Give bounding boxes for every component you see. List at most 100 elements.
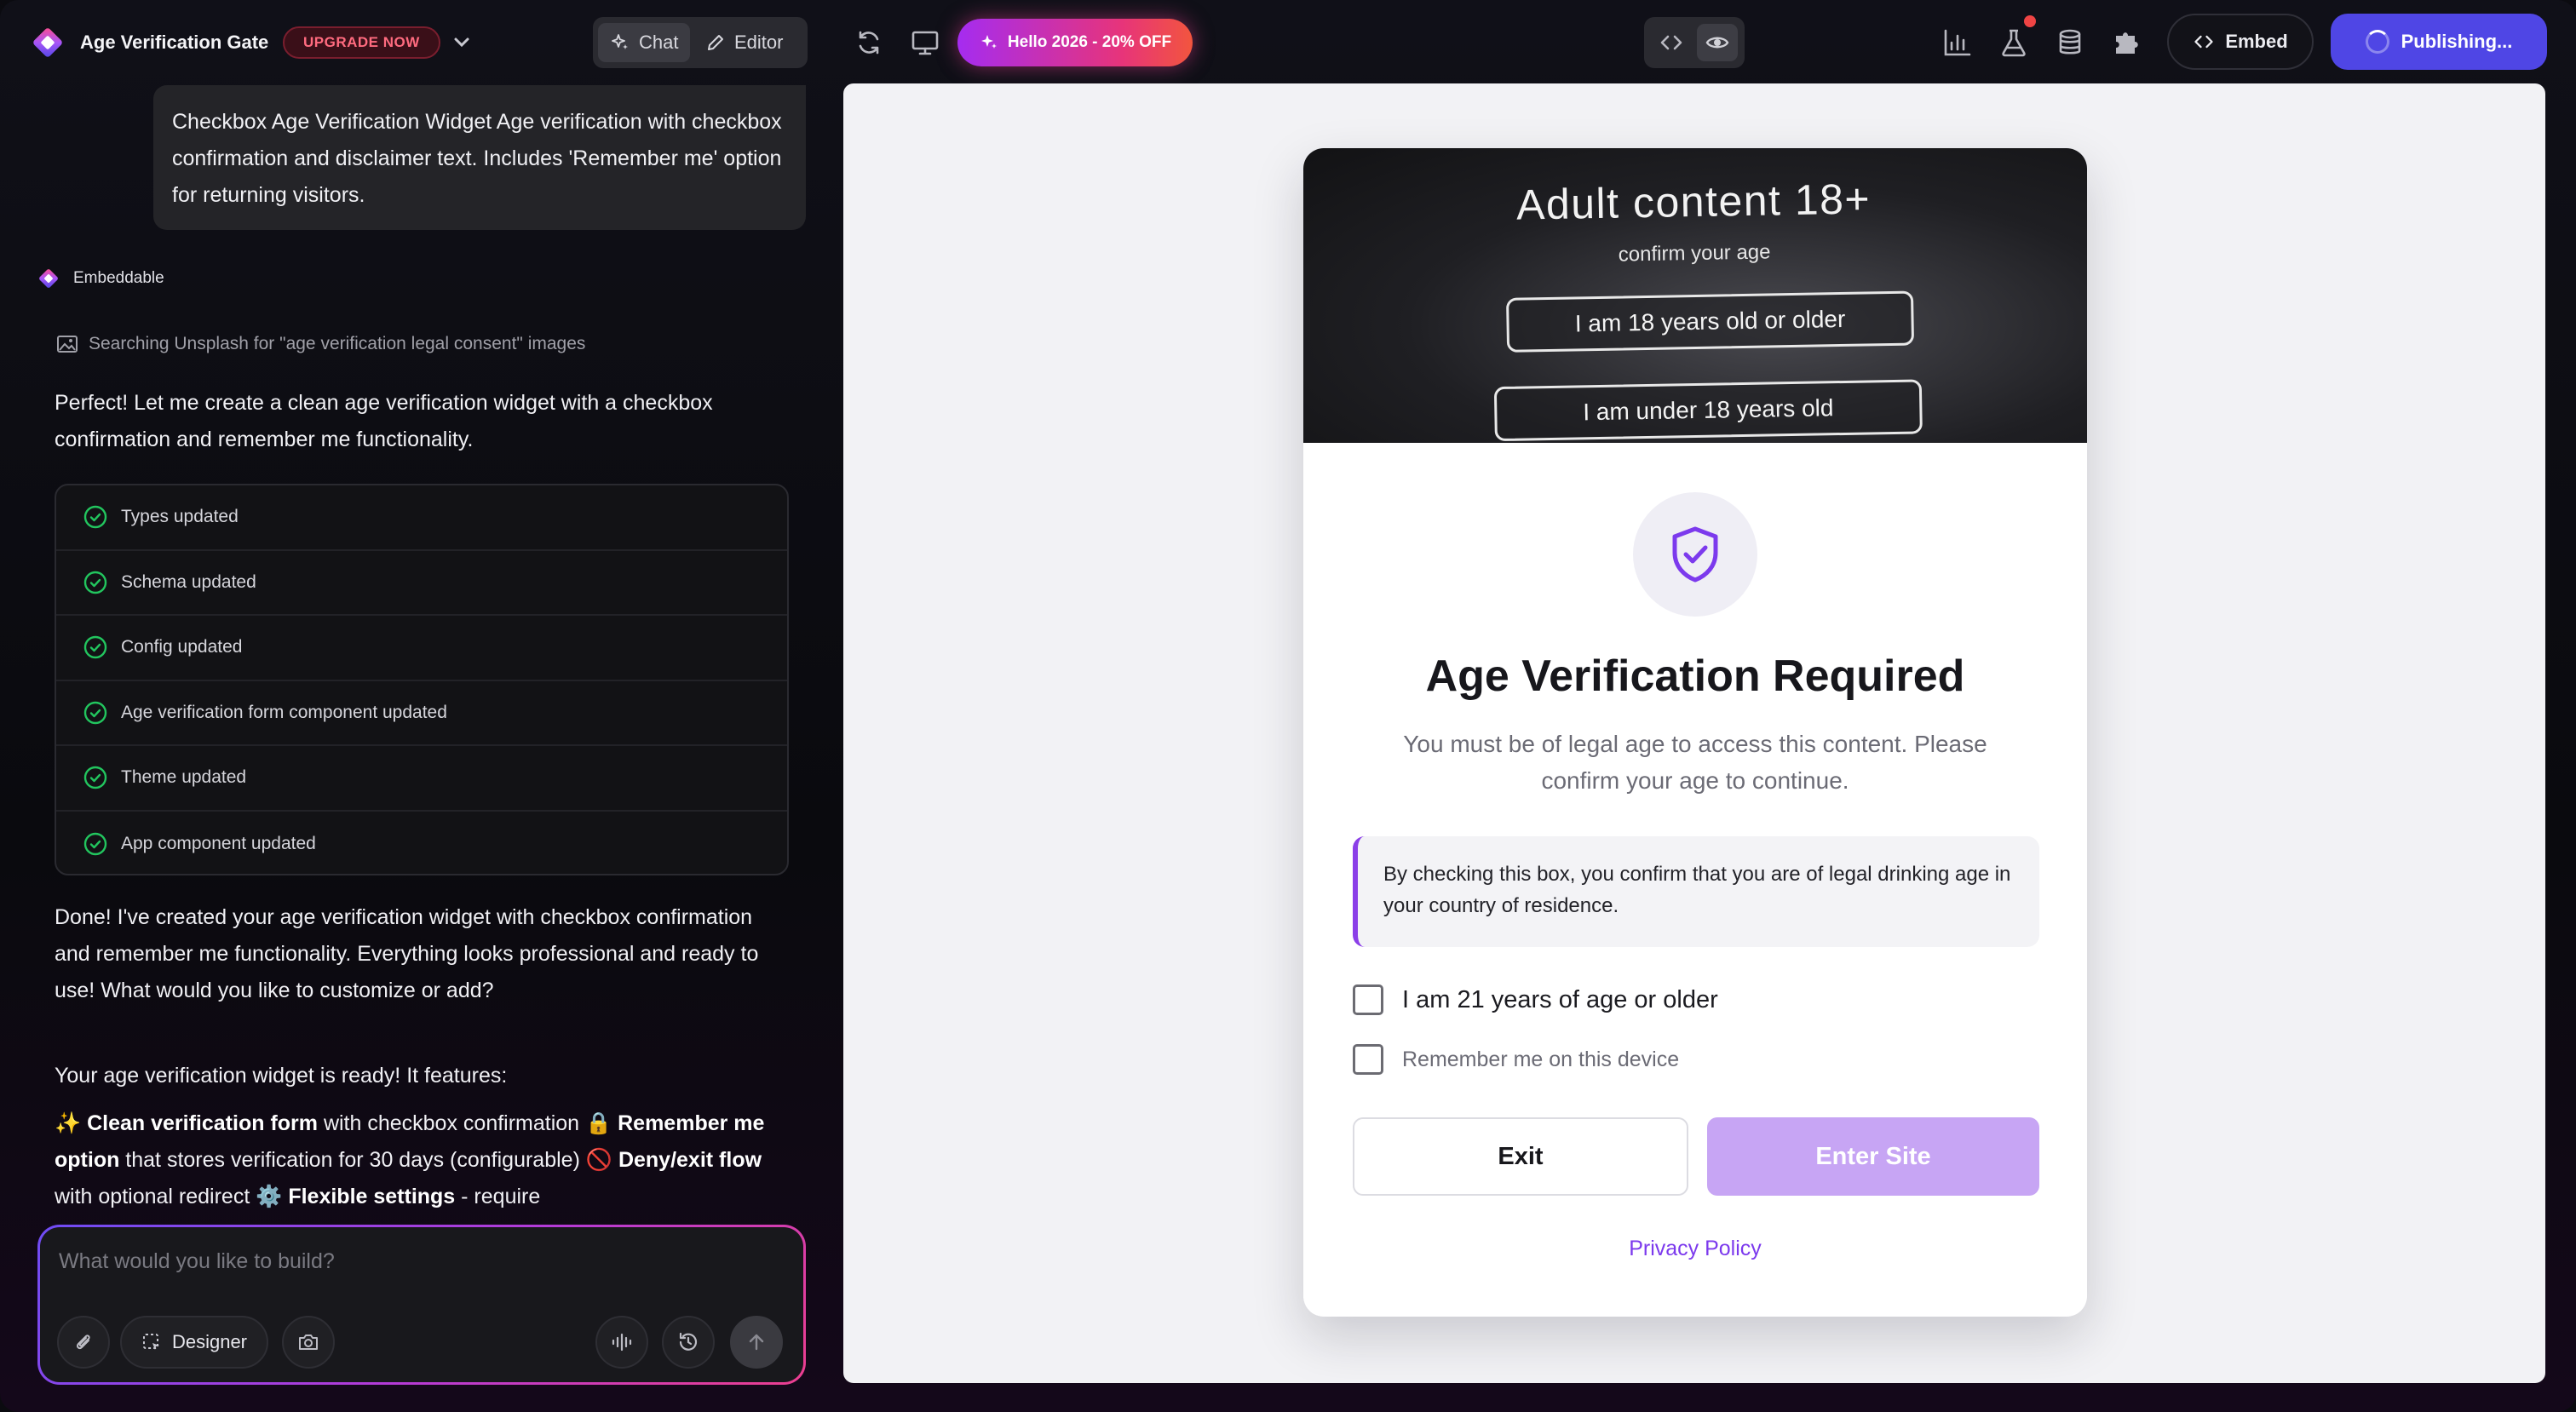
list-item-label: Age verification form component updated [121,702,447,722]
assistant-intro: Perfect! Let me create a clean age verif… [55,391,713,451]
list-item-label: Types updated [121,507,239,527]
tab-chat-label: Chat [639,32,679,53]
exit-button[interactable]: Exit [1353,1117,1688,1196]
chevron-down-icon[interactable] [450,32,474,53]
screenshot-button[interactable] [282,1316,335,1369]
promo-label: Hello 2026 - 20% OFF [1007,33,1172,51]
check-circle-icon [83,636,107,659]
image-icon [57,336,78,353]
list-item: Schema updated [56,551,787,616]
list-item-label: Config updated [121,637,243,657]
notification-dot [2024,15,2036,27]
enter-site-button[interactable]: Enter Site [1707,1117,2039,1196]
refresh-icon[interactable] [852,26,886,60]
attach-button[interactable] [57,1316,110,1369]
project-title[interactable]: Age Verification Gate [80,29,268,56]
voice-button[interactable] [595,1316,648,1369]
feature-text: with checkbox confirmation [318,1111,586,1135]
hero-option-over: I am 18 years old or older [1506,290,1915,353]
shield-check-icon [1672,526,1718,583]
widget-subtitle: You must be of legal age to access this … [1403,731,1987,794]
disclaimer-box: By checking this box, you confirm that y… [1353,836,2039,947]
embed-button[interactable]: Embed [2167,14,2314,70]
puzzle-icon[interactable] [2109,26,2143,60]
list-item: Age verification form component updated [56,681,787,746]
designer-button[interactable]: Designer [120,1316,268,1369]
search-status: Searching Unsplash for "age verification… [56,334,585,354]
code-icon [1660,35,1682,50]
check-circle-icon [83,766,107,789]
feature-list: ✨ Clean verification form with checkbox … [55,1105,787,1215]
list-item: App component updated [56,812,787,877]
upgrade-button[interactable]: UPGRADE NOW [283,26,440,59]
list-item-label: Theme updated [121,767,247,788]
composer-box: Designer [40,1227,803,1382]
shield-badge [1633,492,1757,617]
code-view-button[interactable] [1651,24,1692,61]
hero-subtitle: confirm your age [1618,240,1771,267]
analytics-icon[interactable] [1941,26,1975,60]
camera-icon [299,1335,318,1350]
database-icon[interactable] [2053,26,2087,60]
assistant-ready-message: Your age verification widget is ready! I… [55,1064,508,1088]
list-item-label: App component updated [121,833,316,853]
select-area-icon [142,1334,159,1350]
assistant-header: Embeddable [37,267,164,290]
paperclip-icon [76,1335,90,1350]
age-verification-widget: Adult content 18+ confirm your age I am … [1303,148,2087,1317]
designer-label: Designer [171,1331,248,1352]
remember-me-label[interactable]: Remember me on this device [1402,1048,1679,1072]
privacy-policy-link[interactable]: Privacy Policy [1303,1237,2087,1261]
embed-label: Embed [2225,31,2288,52]
list-item-label: Schema updated [121,571,256,592]
feature-text: that stores verification for 30 days (co… [119,1148,586,1172]
assistant-name: Embeddable [73,269,164,287]
tab-chat[interactable]: Chat [598,23,691,62]
feature-text: with optional redirect [55,1185,256,1208]
tab-editor-label: Editor [734,32,784,53]
age-confirm-label[interactable]: I am 21 years of age or older [1402,986,1718,1014]
promo-button[interactable]: Hello 2026 - 20% OFF [957,19,1193,66]
hero-option-under: I am under 18 years old [1493,379,1923,442]
code-icon [2194,35,2213,49]
remember-me-row[interactable]: Remember me on this device [1353,1044,1679,1075]
feature-emoji: 🔒 [585,1111,612,1135]
history-icon [679,1332,698,1351]
tab-editor[interactable]: Editor [693,23,795,62]
check-circle-icon [83,832,107,855]
publish-button[interactable]: Publishing... [2331,14,2547,70]
preview-view-button[interactable] [1697,24,1738,61]
age-confirm-checkbox[interactable] [1353,984,1383,1015]
feature-emoji: ✨ [55,1111,82,1135]
mode-switch: Chat Editor [593,17,808,68]
search-status-text: Searching Unsplash for "age verification… [89,334,586,353]
chat-panel: Checkbox Age Verification Widget Age ver… [0,85,843,1412]
check-circle-icon [83,506,107,529]
feature-emoji: 🚫 [585,1148,612,1172]
check-circle-icon [83,571,107,594]
list-item: Theme updated [56,746,787,812]
hero-title: Adult content 18+ [1515,175,1872,229]
composer: Designer [37,1225,806,1385]
remember-me-checkbox[interactable] [1353,1044,1383,1075]
flask-icon[interactable] [1997,26,2031,60]
feature-text: - require [455,1185,541,1208]
preview-canvas: Adult content 18+ confirm your age I am … [843,83,2545,1383]
prompt-input[interactable] [59,1243,774,1280]
user-message: Checkbox Age Verification Widget Age ver… [153,85,806,230]
list-item: Config updated [56,616,787,681]
sparkle-icon [980,35,997,49]
app-logo-icon[interactable] [31,26,65,60]
progress-checklist: Types updated Schema updated Config upda… [55,484,789,875]
history-button[interactable] [662,1316,715,1369]
sparkle-icon [612,34,628,49]
hero-image: Adult content 18+ confirm your age I am … [1303,148,2087,443]
arrow-up-icon [749,1334,764,1351]
assistant-logo-icon [39,269,58,288]
monitor-icon[interactable] [908,26,942,60]
age-confirm-row[interactable]: I am 21 years of age or older [1353,984,1718,1015]
feature-title: Deny/exit flow [618,1148,762,1172]
audio-wave-icon [612,1333,632,1352]
send-button[interactable] [730,1316,783,1369]
hero-image-content: Adult content 18+ confirm your age I am … [1303,148,2087,443]
